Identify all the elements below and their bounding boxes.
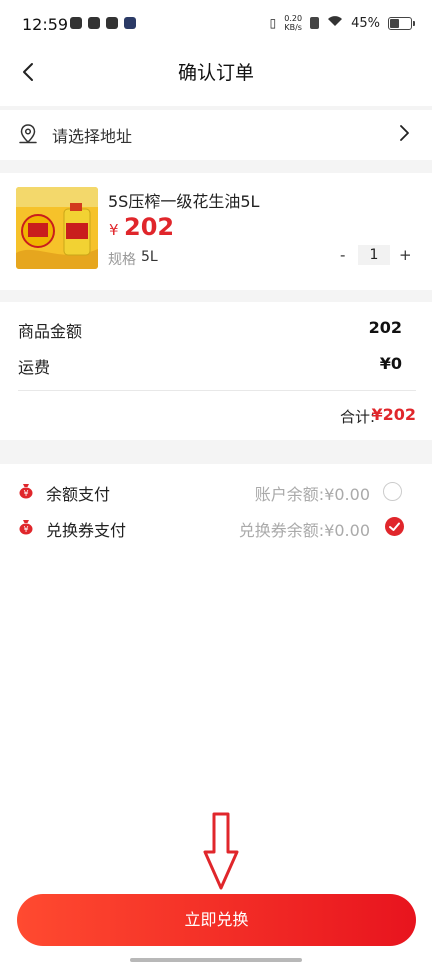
page-title: 确认订单 [177,62,254,84]
address-selector[interactable]: 请选择地址 [0,110,432,158]
shipping-value: ¥0 [379,354,402,373]
quantity-increase-button[interactable]: + [399,246,412,264]
goods-amount-value: 202 [368,318,402,337]
product-image [16,187,98,269]
spec-value: 5L [141,249,158,265]
voucher-balance: 兑换券余额:¥0.00 [238,521,370,540]
divider-band [0,440,432,464]
product-price: 202 [124,213,175,241]
money-bag-icon: ¥ [18,519,34,535]
calendar-notification-icon [106,17,118,29]
battery-percent: 45% [351,15,380,31]
vibrate-icon: ▯ [269,16,277,30]
svg-text:¥: ¥ [23,525,28,534]
shipping-label: 运费 [18,358,51,377]
play-notification-icon [124,17,136,29]
money-bag-icon: ¥ [18,483,34,499]
home-indicator [130,958,302,962]
divider-band [0,160,432,173]
spec-label: 规格 [108,252,136,268]
header: 确认订单 [0,50,432,106]
chevron-left-icon [23,63,33,81]
status-right: ▯ 0.20 KB/s 45% [269,14,415,32]
total-label: 合计: [339,408,375,426]
mail-notification-icon [88,17,100,29]
divider-band [0,290,432,302]
svg-text:¥: ¥ [23,489,28,498]
goods-amount-label: 商品金额 [18,322,83,341]
product-name: 5S压榨一级花生油5L [108,192,260,211]
app-notification-icon [70,17,82,29]
balance-radio[interactable] [383,482,402,501]
status-bar: 12:59 ▯ 0.20 KB/s 45% [0,0,432,50]
total-value: ¥202 [371,405,416,424]
price-currency: ¥ [109,221,119,239]
redeem-button[interactable]: 立即兑换 [17,894,416,946]
amounts-divider [18,390,416,391]
wifi-icon [327,15,343,31]
checkmark-icon [389,522,400,531]
quantity-decrease-button[interactable]: - [340,246,345,264]
sim-off-icon [310,17,320,29]
net-speed-value: 0.20 [284,14,303,23]
battery-icon [388,16,415,30]
arrow-down-icon [203,812,239,896]
address-placeholder: 请选择地址 [52,127,133,146]
payment-option-voucher[interactable]: ¥ 兑换券支付 兑换券余额:¥0.00 [0,510,432,544]
account-balance: 账户余额:¥0.00 [254,485,370,504]
payment-option-label: 兑换券支付 [46,521,127,540]
net-speed: 0.20 KB/s [284,14,302,32]
chevron-right-icon [398,124,410,146]
payment-option-balance[interactable]: ¥ 余额支付 账户余额:¥0.00 [0,474,432,508]
status-time: 12:59 [22,15,69,34]
net-speed-unit: KB/s [284,23,302,32]
voucher-radio[interactable] [385,517,404,536]
back-button[interactable] [14,58,42,86]
payment-option-label: 余额支付 [46,485,111,504]
quantity-input[interactable]: 1 [358,245,390,265]
location-pin-icon [16,122,40,150]
